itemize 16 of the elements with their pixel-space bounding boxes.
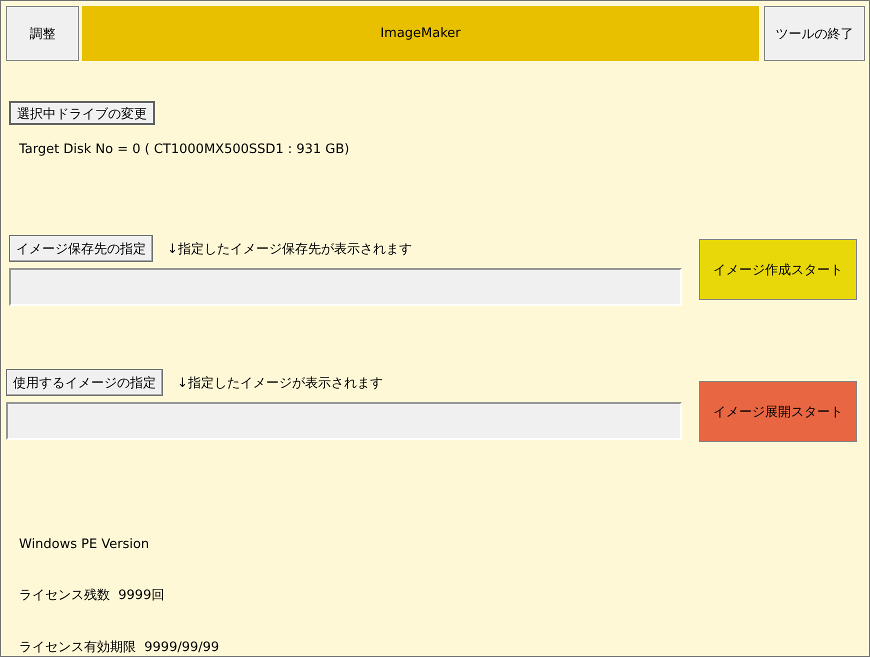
info-text: ライセンス有効期限 9999/99/99 [19, 639, 220, 656]
hint-text: ↓指定したイメージ保存先が表示されます [167, 240, 412, 258]
path-field[interactable] [6, 402, 682, 440]
info-text: ライセンス残数 9999回 [19, 587, 166, 604]
hint-text: ↓指定したイメージが表示されます [177, 374, 383, 392]
path-field[interactable] [9, 268, 682, 306]
settings-button[interactable]: 調整 [6, 6, 79, 61]
start-button[interactable]: イメージ作成スタート [699, 239, 857, 300]
start-button[interactable]: イメージ展開スタート [699, 381, 857, 442]
target-disk-text: Target Disk No = 0 ( CT1000MX500SSD1 : 931 GB) [19, 142, 350, 157]
exit-button[interactable]: ツールの終了 [764, 6, 865, 61]
info-text: Windows PE Version [19, 537, 150, 552]
app-title: ImageMaker [82, 6, 759, 61]
change-drive-button[interactable]: 選択中ドライブの変更 [9, 101, 155, 125]
select-image-button[interactable]: 使用するイメージの指定 [6, 369, 163, 396]
select-image-button[interactable]: イメージ保存先の指定 [9, 235, 153, 262]
